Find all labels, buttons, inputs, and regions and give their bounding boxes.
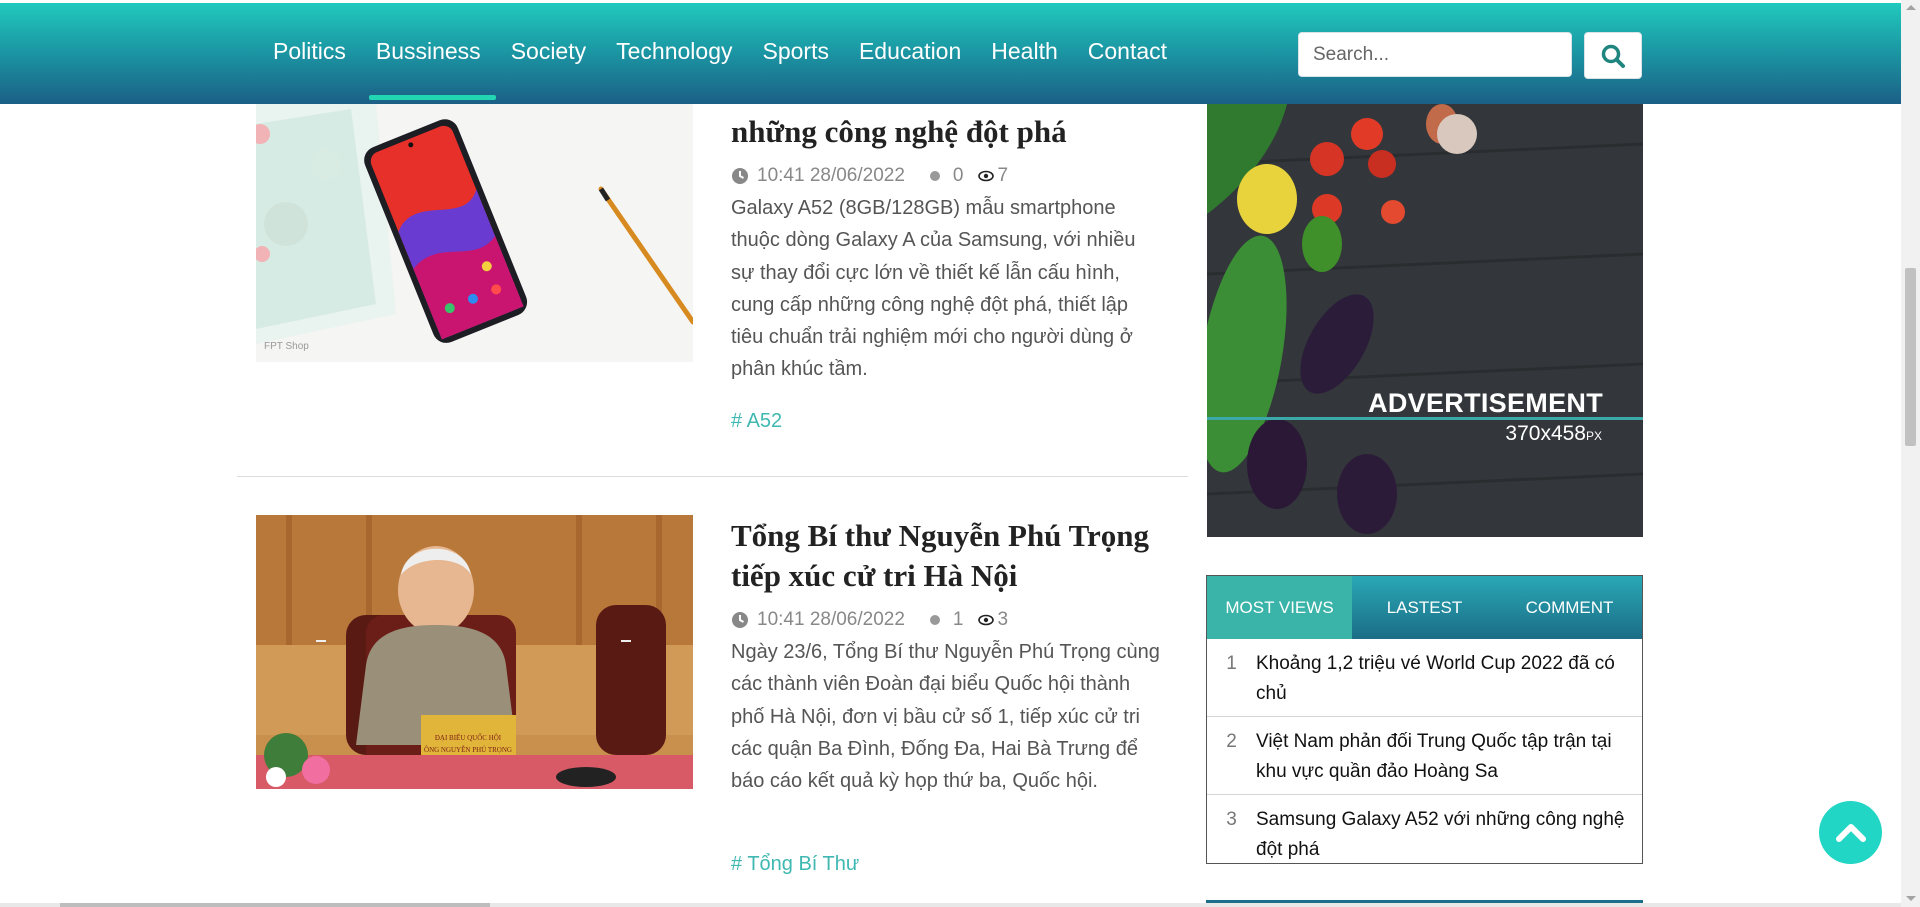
article-view-count: 3: [997, 609, 1009, 630]
chevron-up-icon: [1835, 823, 1866, 842]
phone-image: FPT Shop: [256, 104, 693, 362]
article-tag[interactable]: # Tổng Bí Thư: [731, 853, 859, 876]
tab-most-views[interactable]: MOST VIEWS: [1207, 576, 1352, 639]
article-title[interactable]: Tổng Bí thư Nguyễn Phú Trọng tiếp xúc cử…: [731, 516, 1171, 596]
article-excerpt: Galaxy A52 (8GB/128GB) mẫu smartphone th…: [731, 197, 1136, 381]
article-image-phone[interactable]: FPT Shop: [256, 104, 693, 362]
scrollbar-thumb[interactable]: [1905, 268, 1916, 446]
nav-item-business[interactable]: Bussiness: [361, 3, 496, 100]
scroll-up-arrow[interactable]: [1906, 5, 1916, 10]
vegetables-image: [1207, 104, 1643, 537]
list-item-link[interactable]: Việt Nam phản đối Trung Quốc tập trận tạ…: [1256, 727, 1642, 787]
vertical-scrollbar[interactable]: [1901, 0, 1920, 907]
list-item: 3 Samsung Galaxy A52 với những công nghệ…: [1207, 795, 1642, 872]
nav-item-politics[interactable]: Politics: [258, 3, 361, 99]
nav-item-technology[interactable]: Technology: [601, 3, 747, 99]
comment-icon: [929, 171, 940, 181]
search-input[interactable]: [1298, 32, 1572, 77]
nav-item-society[interactable]: Society: [496, 3, 601, 99]
article-title[interactable]: những công nghệ đột phá: [731, 112, 1171, 152]
list-item-link[interactable]: Khoảng 1,2 triệu vé World Cup 2022 đã có…: [1256, 649, 1642, 709]
article-time: 10:41 28/06/2022: [757, 165, 905, 186]
nav-item-education[interactable]: Education: [844, 3, 976, 99]
list-item: 2 Việt Nam phản đối Trung Quốc tập trận …: [1207, 717, 1642, 795]
article-image-meeting[interactable]: ĐẠI BIỂU QUỐC HỘI ÔNG NGUYỄN PHÚ TRỌNG: [256, 515, 693, 789]
back-to-top-button[interactable]: [1819, 801, 1882, 864]
scroll-down-arrow[interactable]: [1906, 896, 1916, 901]
top-navbar: Politics Bussiness Society Technology Sp…: [0, 3, 1901, 104]
ad-label: ADVERTISEMENT: [1368, 388, 1603, 418]
meeting-image: ĐẠI BIỂU QUỐC HỘI ÔNG NGUYỄN PHÚ TRỌNG: [256, 515, 693, 789]
clock-icon: [732, 168, 748, 184]
tab-comment[interactable]: COMMENT: [1497, 576, 1642, 639]
horizontal-scrollbar-thumb[interactable]: [60, 903, 490, 907]
list-item-number: 3: [1226, 809, 1237, 830]
article-view-count: 7: [997, 165, 1009, 186]
search-icon: [1601, 44, 1625, 68]
ad-size: 370x458PX: [1505, 422, 1602, 445]
search-button[interactable]: [1584, 32, 1642, 79]
clock-icon: [732, 612, 748, 628]
article-meta: 10:41 28/06/2022 1 3: [731, 609, 1008, 631]
advertisement-banner[interactable]: ADVERTISEMENT 370x458PX: [1207, 104, 1643, 537]
popular-posts-widget: MOST VIEWS LASTEST COMMENT 1 Khoảng 1,2 …: [1206, 575, 1643, 864]
list-item: 1 Khoảng 1,2 triệu vé World Cup 2022 đã …: [1207, 639, 1642, 717]
article-comment-count: 0: [952, 165, 964, 186]
article-time: 10:41 28/06/2022: [757, 609, 905, 630]
tab-lastest[interactable]: LASTEST: [1352, 576, 1497, 639]
svg-text:ĐẠI BIỂU QUỐC HỘI: ĐẠI BIỂU QUỐC HỘI: [435, 734, 502, 742]
list-item-number: 2: [1226, 731, 1237, 752]
nav-item-sports[interactable]: Sports: [747, 3, 843, 99]
article-meta: 10:41 28/06/2022 0 7: [731, 165, 1008, 187]
horizontal-scrollbar[interactable]: [0, 903, 1901, 907]
comment-icon: [929, 615, 940, 625]
article-divider: [237, 476, 1188, 477]
eye-icon: [977, 170, 994, 182]
main-nav: Politics Bussiness Society Technology Sp…: [258, 3, 1182, 104]
svg-text:ÔNG NGUYỄN PHÚ TRỌNG: ÔNG NGUYỄN PHÚ TRỌNG: [424, 746, 512, 754]
nav-item-contact[interactable]: Contact: [1073, 3, 1182, 99]
article-tag[interactable]: # A52: [731, 410, 782, 433]
eye-icon: [977, 614, 994, 626]
popular-tabs: MOST VIEWS LASTEST COMMENT: [1207, 576, 1642, 639]
nav-item-health[interactable]: Health: [976, 3, 1072, 99]
svg-text:FPT Shop: FPT Shop: [264, 341, 309, 352]
article-comment-count: 1: [952, 609, 964, 630]
list-item-link[interactable]: Samsung Galaxy A52 với những công nghệ đ…: [1256, 805, 1642, 865]
list-item-number: 1: [1226, 653, 1237, 674]
article-excerpt: Ngày 23/6, Tổng Bí thư Nguyễn Phú Trọng …: [731, 641, 1160, 793]
